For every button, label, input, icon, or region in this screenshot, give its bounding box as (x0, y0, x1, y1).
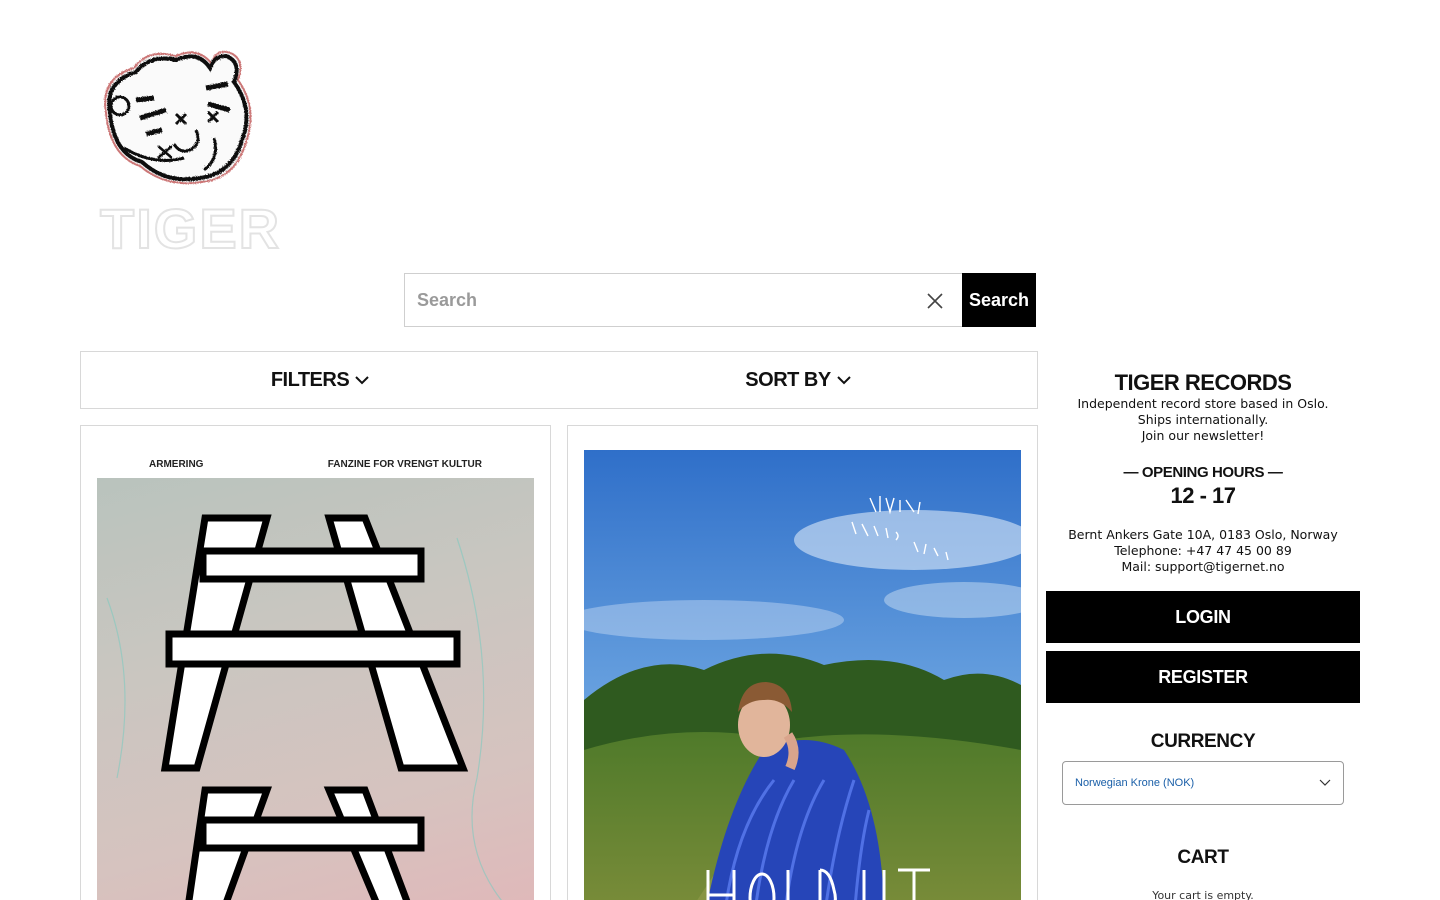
cart-empty-text: Your cart is empty. (1152, 889, 1254, 900)
product-cover-image[interactable] (584, 450, 1021, 900)
opening-hours-value: 12 - 17 (1170, 483, 1237, 508)
filter-sort-bar: FILTERS SORT BY (80, 351, 1038, 409)
opening-hours-title: — OPENING HOURS — (1123, 464, 1283, 481)
product-card[interactable] (567, 425, 1038, 900)
chevron-down-icon (1319, 779, 1331, 786)
product-card[interactable]: ARMERING FANZINE FOR VRENGT KULTUR (80, 425, 551, 900)
search-button[interactable]: Search (962, 273, 1036, 327)
tiger-logo-icon (104, 50, 252, 185)
chevron-down-icon (355, 376, 369, 385)
filters-button[interactable]: FILTERS (81, 352, 559, 408)
newsletter-link[interactable]: Join our newsletter! (1046, 428, 1360, 444)
currency-title: CURRENCY (1150, 731, 1256, 752)
search-input[interactable] (405, 274, 962, 326)
store-tagline-2: Ships internationally. (1137, 412, 1269, 427)
sort-by-button[interactable]: SORT BY (559, 352, 1037, 408)
store-mail: Mail: support@tigernet.no (1121, 559, 1285, 574)
cart-title: CART (1177, 847, 1229, 868)
store-sidebar: TIGER RECORDS Independent record store b… (1046, 362, 1360, 900)
store-name: TIGER RECORDS (1114, 370, 1292, 395)
register-button[interactable]: REGISTER (1046, 651, 1360, 703)
search-bar: Search (404, 273, 1036, 327)
sort-by-label: SORT BY (745, 368, 831, 391)
search-field (404, 273, 962, 327)
product-cover-image[interactable] (97, 478, 534, 900)
currency-select[interactable]: Norwegian Krone (NOK) (1062, 761, 1344, 805)
logo-wordmark: TIGER (99, 196, 282, 261)
store-tagline-1: Independent record store based in Oslo. (1077, 396, 1329, 411)
close-icon[interactable] (926, 292, 944, 310)
currency-selected-value: Norwegian Krone (NOK) (1075, 777, 1195, 789)
cover-top-right: FANZINE FOR VRENGT KULTUR (327, 458, 482, 470)
login-button[interactable]: LOGIN (1046, 591, 1360, 643)
store-telephone: Telephone: +47 47 45 00 89 (1114, 543, 1292, 558)
cover-top-left: ARMERING (149, 458, 204, 470)
store-address: Bernt Ankers Gate 10A, 0183 Oslo, Norway (1068, 527, 1338, 542)
filters-label: FILTERS (270, 368, 350, 391)
cover-header: ARMERING FANZINE FOR VRENGT KULTUR (97, 450, 534, 478)
chevron-down-icon (836, 376, 851, 385)
